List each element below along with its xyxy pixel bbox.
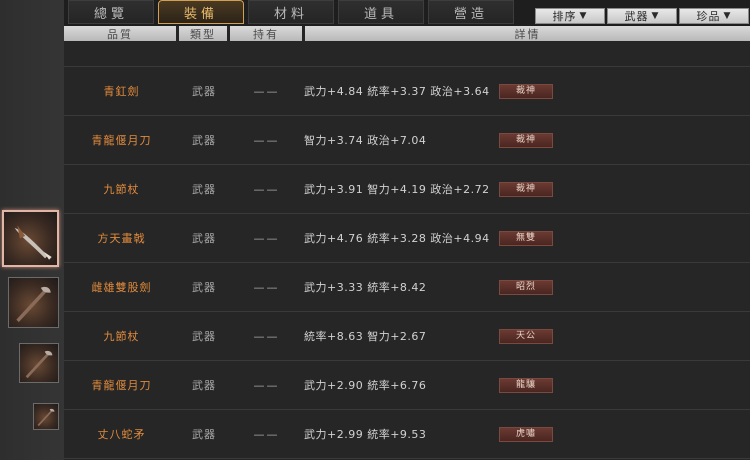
- weapon-filter-label: 武器: [624, 10, 649, 23]
- table-row[interactable]: 青龍偃月刀 武器 —— 智力+3.74 政治+7.04 裁神: [64, 116, 750, 165]
- item-holder: ——: [253, 84, 280, 98]
- halberd-icon: [16, 286, 51, 323]
- item-stats: 武力+3.33 統率+8.42: [304, 281, 427, 294]
- table-row[interactable]: 九節杖 武器 —— 武力+3.91 智力+4.19 政治+2.72 裁神: [64, 165, 750, 214]
- item-badge-cell: 昭烈: [496, 263, 556, 311]
- thumbnail-strip: [0, 0, 64, 460]
- item-name: 雌雄雙股劍: [91, 281, 152, 294]
- item-stats: 武力+3.91 智力+4.19 政治+2.72: [304, 183, 490, 196]
- table-row[interactable]: 青釭劍 武器 —— 武力+4.84 統率+3.37 政治+3.64 裁神: [64, 67, 750, 116]
- thumbnail-item[interactable]: [33, 403, 59, 430]
- tab-overview[interactable]: 總覽: [68, 0, 154, 24]
- item-stats: 武力+4.76 統率+3.28 政治+4.94: [304, 232, 490, 245]
- item-type: 武器: [192, 379, 216, 392]
- table-row[interactable]: 雌雄雙股劍 武器 —— 武力+3.33 統率+8.42 昭烈: [64, 263, 750, 312]
- table-row[interactable]: 九節杖 武器 —— 統率+8.63 智力+2.67 天公: [64, 312, 750, 361]
- item-badge: 無雙: [499, 230, 553, 246]
- thumbnail-selected[interactable]: [2, 210, 59, 267]
- halberd-icon: [25, 350, 53, 379]
- item-holder: ——: [253, 329, 280, 343]
- item-badge: 裁神: [499, 132, 553, 148]
- tab-construction[interactable]: 營造: [428, 0, 514, 24]
- thumbnail-item[interactable]: [19, 343, 59, 383]
- item-badge-cell: 裁神: [496, 165, 556, 213]
- caret-down-icon: ▼: [651, 11, 660, 21]
- item-name: 方天畫戟: [97, 232, 146, 245]
- table-row-partial[interactable]: [64, 42, 750, 67]
- item-type: 武器: [192, 330, 216, 343]
- item-name: 九節杖: [103, 330, 140, 343]
- item-type: 武器: [192, 281, 216, 294]
- tab-equipment[interactable]: 裝備: [158, 0, 244, 24]
- table-row[interactable]: 方天畫戟 武器 —— 武力+4.76 統率+3.28 政治+4.94 無雙: [64, 214, 750, 263]
- tab-items[interactable]: 道具: [338, 0, 424, 24]
- thumbnail-item[interactable]: [8, 277, 59, 328]
- column-type[interactable]: 類型: [179, 26, 227, 41]
- item-holder: ——: [253, 378, 280, 392]
- sort-dropdown[interactable]: 排序 ▼: [535, 8, 605, 24]
- item-name: 九節杖: [103, 183, 140, 196]
- item-type: 武器: [192, 85, 216, 98]
- inventory-panel: 總覽 裝備 材料 道具 營造 排序 ▼ 武器 ▼ 珍品 ▼ 品質 類型 持有 詳情 青…: [64, 0, 750, 460]
- table-header: 品質 類型 持有 詳情: [64, 26, 750, 42]
- item-name: [64, 42, 179, 66]
- sort-label: 排序: [552, 10, 577, 23]
- rarity-filter-label: 珍品: [696, 10, 721, 23]
- item-holder: ——: [253, 133, 280, 147]
- item-stats: 武力+2.90 統率+6.76: [304, 379, 427, 392]
- item-badge: 裁神: [499, 181, 553, 197]
- item-badge-cell: 裁神: [496, 67, 556, 115]
- column-hold[interactable]: 持有: [230, 26, 302, 41]
- item-list[interactable]: 青釭劍 武器 —— 武力+4.84 統率+3.37 政治+3.64 裁神 青龍偃…: [64, 42, 750, 460]
- column-quality[interactable]: 品質: [64, 26, 176, 41]
- item-holder: ——: [253, 231, 280, 245]
- caret-down-icon: ▼: [579, 11, 588, 21]
- table-row[interactable]: 青龍偃月刀 武器 —— 武力+2.90 統率+6.76 龍驤: [64, 361, 750, 410]
- item-stats: 統率+8.63 智力+2.67: [304, 330, 427, 343]
- item-holder: ——: [253, 182, 280, 196]
- item-type: 武器: [192, 183, 216, 196]
- item-name: 青龍偃月刀: [91, 134, 152, 147]
- item-badge: 昭烈: [499, 279, 553, 295]
- tab-materials[interactable]: 材料: [248, 0, 334, 24]
- item-type: 武器: [192, 134, 216, 147]
- item-name: 丈八蛇矛: [97, 428, 146, 441]
- item-holder: ——: [253, 280, 280, 294]
- item-name: 青釭劍: [103, 85, 140, 98]
- halberd-icon: [14, 225, 52, 260]
- weapon-filter-dropdown[interactable]: 武器 ▼: [607, 8, 677, 24]
- halberd-icon: [37, 408, 55, 427]
- item-badge: 天公: [499, 328, 553, 344]
- item-type: 武器: [192, 428, 216, 441]
- item-badge-cell: 裁神: [496, 116, 556, 164]
- item-holder: ——: [253, 427, 280, 441]
- item-badge-cell: 虎嘯: [496, 410, 556, 458]
- table-row[interactable]: 丈八蛇矛 武器 —— 武力+2.99 統率+9.53 虎嘯: [64, 410, 750, 459]
- item-badge-cell: 天公: [496, 312, 556, 360]
- item-stats: 武力+2.99 統率+9.53: [304, 428, 427, 441]
- item-type: 武器: [192, 232, 216, 245]
- item-badge: 裁神: [499, 83, 553, 99]
- caret-down-icon: ▼: [723, 11, 732, 21]
- rarity-filter-dropdown[interactable]: 珍品 ▼: [679, 8, 749, 24]
- column-detail[interactable]: 詳情: [305, 26, 750, 41]
- tab-bar: 總覽 裝備 材料 道具 營造 排序 ▼ 武器 ▼ 珍品 ▼: [64, 0, 750, 26]
- item-badge-cell: 龍驤: [496, 361, 556, 409]
- item-badge-cell: 無雙: [496, 214, 556, 262]
- item-badge: 龍驤: [499, 377, 553, 393]
- item-stats: 武力+4.84 統率+3.37 政治+3.64: [304, 85, 490, 98]
- item-name: 青龍偃月刀: [91, 379, 152, 392]
- item-stats: 智力+3.74 政治+7.04: [304, 134, 427, 147]
- item-badge: 虎嘯: [499, 426, 553, 442]
